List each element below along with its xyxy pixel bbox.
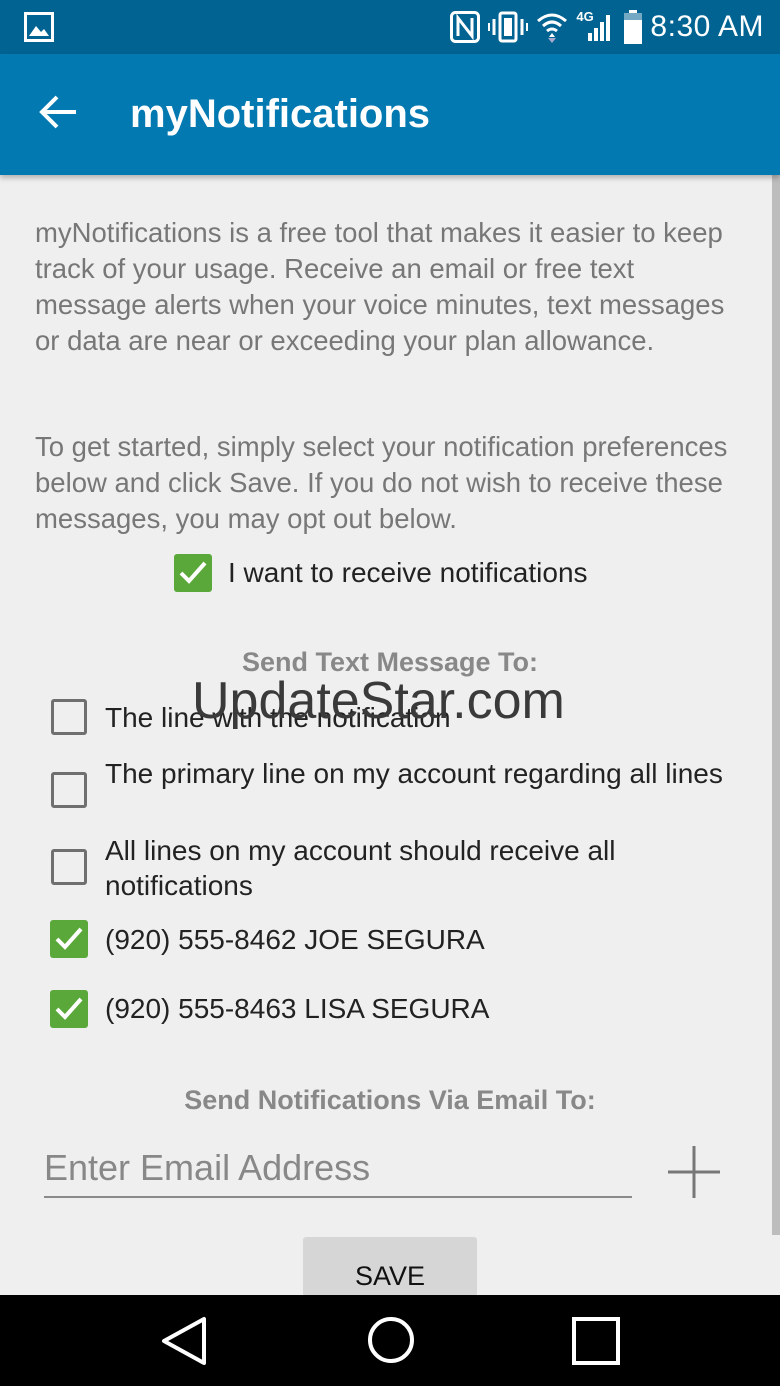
- page-title: myNotifications: [130, 92, 431, 136]
- app-bar: myNotifications: [0, 54, 780, 175]
- battery-icon: [624, 10, 643, 44]
- back-nav-icon[interactable]: [160, 1315, 208, 1372]
- email-input[interactable]: [44, 1140, 632, 1198]
- navigation-bar: [0, 1295, 780, 1386]
- checkbox-line-with-notification[interactable]: [51, 699, 87, 735]
- home-nav-icon[interactable]: [366, 1315, 416, 1370]
- clock-time: 8:30 AM: [650, 10, 764, 43]
- option-label: All lines on my account should receive a…: [105, 835, 616, 901]
- opt-in-checkbox[interactable]: [174, 554, 212, 592]
- main-content: myNotifications is a free tool that make…: [0, 175, 780, 1297]
- arrow-back-icon[interactable]: [38, 94, 78, 135]
- save-button[interactable]: SAVE: [303, 1237, 477, 1297]
- option-label: The primary line on my account regarding…: [105, 758, 723, 789]
- scrollbar[interactable]: [772, 175, 780, 1235]
- text-section-heading: Send Text Message To:: [241, 647, 539, 677]
- status-bar: 4G 8:30 AM: [0, 0, 780, 54]
- intro-paragraph: myNotifications is a free tool that make…: [35, 217, 725, 356]
- option-label: (920) 555-8463 LISA SEGURA: [105, 993, 490, 1024]
- instructions-paragraph: To get started, simply select your notif…: [35, 431, 728, 534]
- signal-icon: 4G: [576, 9, 616, 43]
- wifi-icon: [536, 11, 568, 43]
- checkbox-lisa-segura[interactable]: [50, 990, 88, 1028]
- nfc-icon: [450, 11, 481, 43]
- option-label: (920) 555-8462 JOE SEGURA: [105, 924, 485, 955]
- opt-in-label: I want to receive notifications: [228, 557, 588, 588]
- vibrate-icon: [488, 11, 529, 43]
- checkbox-primary-line[interactable]: [51, 772, 87, 808]
- network-label: 4G: [576, 9, 594, 24]
- checkbox-all-lines[interactable]: [51, 849, 87, 885]
- email-section-heading: Send Notifications Via Email To:: [184, 1085, 596, 1115]
- recents-nav-icon[interactable]: [572, 1317, 620, 1370]
- checkbox-joe-segura[interactable]: [50, 920, 88, 958]
- gallery-icon: [24, 12, 54, 47]
- plus-icon[interactable]: [668, 1146, 720, 1203]
- option-label: The line with the notification: [105, 702, 451, 733]
